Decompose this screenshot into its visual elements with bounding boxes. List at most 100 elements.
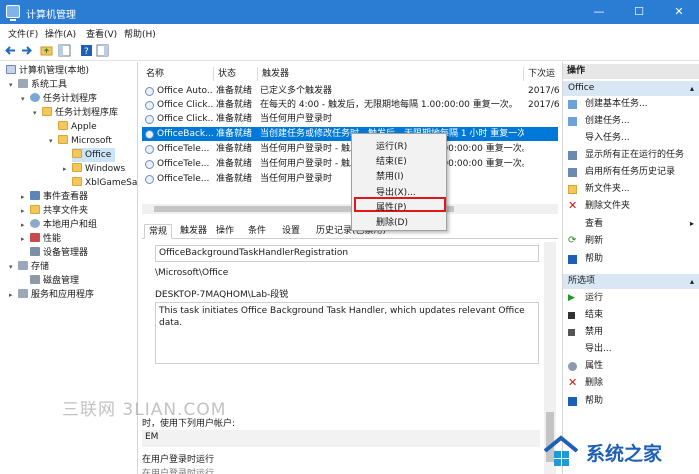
tab-triggers[interactable]: 触发器	[176, 224, 211, 239]
actions-section-office[interactable]: Office ▴	[563, 81, 699, 96]
action-label: 运行	[585, 293, 604, 303]
table-row[interactable]: Office Auto... 准备就绪 已定义多个触发器 2017/6	[142, 84, 560, 98]
computer-management-icon	[6, 5, 20, 21]
storage-icon	[18, 261, 28, 270]
tree-storage[interactable]: ▾ 存储	[9, 260, 49, 274]
collapse-arrow-icon[interactable]: ▾	[33, 106, 37, 120]
tree-apple[interactable]: Apple	[58, 120, 97, 134]
tree-device-manager[interactable]: 设备管理器	[30, 246, 88, 260]
forward-arrow-icon[interactable]	[20, 44, 33, 57]
menu-item-disable[interactable]: 禁用(I)	[376, 169, 404, 182]
tree-office[interactable]: Office	[72, 148, 116, 162]
task-trigger: 在每天的 4:00 - 触发后，无限期地每隔 1.00:00:00 重复一次。	[260, 100, 518, 110]
actions-section-selected[interactable]: 所选项 ▴	[563, 274, 699, 289]
tree-label: 服务和应用程序	[31, 290, 95, 300]
horizontal-scrollbar[interactable]	[142, 204, 558, 214]
minimize-button[interactable]: —	[579, 0, 619, 24]
tree-performance[interactable]: ▸ 性能	[21, 232, 62, 246]
menu-file[interactable]: 文件(F)	[8, 27, 38, 40]
expand-arrow-icon[interactable]: ▸	[63, 162, 67, 176]
up-folder-icon[interactable]	[40, 44, 53, 57]
menu-item-end[interactable]: 结束(E)	[376, 154, 407, 167]
task-name: Office Click...	[157, 100, 213, 110]
house-logo-icon	[543, 435, 579, 466]
tab-general[interactable]: 常规	[144, 224, 173, 239]
delete-icon: ✕	[568, 376, 578, 389]
tab-conditions[interactable]: 条件	[244, 224, 270, 239]
tree-event-viewer[interactable]: ▸ 事件查看器	[21, 190, 88, 204]
task-icon	[145, 175, 154, 184]
collapse-arrow-icon[interactable]: ▾	[9, 260, 13, 274]
run-icon: ▶	[568, 293, 575, 303]
task-status: 准备就绪	[216, 86, 253, 96]
tree-xblgamesave[interactable]: XblGameSa	[72, 176, 137, 190]
action-label: 导出...	[585, 344, 612, 354]
tree-shared-folders[interactable]: ▸ 共享文件夹	[21, 204, 88, 218]
tab-actions[interactable]: 操作	[212, 224, 238, 239]
tree-label: 性能	[43, 234, 62, 244]
task-name-field[interactable]: OfficeBackgroundTaskHandlerRegistration	[155, 245, 539, 262]
submenu-arrow-icon: ▸	[689, 219, 694, 228]
maximize-button[interactable]: ☐	[619, 0, 659, 24]
menu-action[interactable]: 操作(A)	[45, 27, 76, 40]
run-option-extra[interactable]: 在用户登录时运行	[142, 466, 214, 474]
table-row[interactable]: OfficeTele...准备就绪当任何用户登录时 - 触发后，无限期地每隔 1…	[142, 157, 558, 171]
collapse-arrow-icon[interactable]: ▾	[49, 134, 53, 148]
expand-arrow-icon[interactable]: ▸	[21, 232, 25, 246]
table-row[interactable]: Office Click... 准备就绪 在每天的 4:00 - 触发后，无限期地每…	[142, 98, 560, 112]
action-label: 帮助	[585, 254, 604, 264]
expand-arrow-icon[interactable]: ▸	[9, 288, 13, 302]
action-label: 导入任务...	[585, 133, 630, 143]
tree-local-users[interactable]: ▸ 本地用户和组	[21, 218, 98, 232]
task-status: 准备就绪	[216, 144, 253, 154]
shared-folder-icon	[30, 205, 40, 214]
expand-arrow-icon[interactable]: ▸	[21, 204, 25, 218]
menu-item-properties[interactable]: 属性(P)	[376, 200, 406, 213]
table-row[interactable]: OfficeTele... 准备就绪 当任何用户登录时	[142, 172, 558, 186]
expand-arrow-icon[interactable]: ▸	[21, 218, 25, 232]
menu-view[interactable]: 查看(V)	[86, 27, 117, 40]
tree-task-scheduler[interactable]: ▾ 任务计划程序	[21, 92, 97, 106]
show-action-pane-icon[interactable]	[96, 44, 109, 57]
section-label: Office	[568, 83, 595, 93]
action-label: 显示所有正在运行的任务	[585, 150, 685, 160]
task-description-field[interactable]: This task initiates Office Background Ta…	[155, 302, 539, 364]
column-next-run[interactable]: 下次运	[524, 67, 558, 81]
run-option-label[interactable]: 在用户登录时运行	[142, 452, 214, 465]
column-status[interactable]: 状态	[214, 67, 258, 81]
tree-computer-management[interactable]: 计算机管理(本地)	[6, 64, 89, 78]
action-label: 新文件夹...	[585, 184, 630, 194]
help-icon[interactable]: ?	[80, 44, 93, 57]
tree-label: 磁盘管理	[43, 276, 80, 286]
back-arrow-icon[interactable]	[4, 44, 17, 57]
tree-label: 本地用户和组	[43, 220, 98, 230]
collapse-arrow-icon[interactable]: ▾	[9, 78, 13, 92]
tree-microsoft[interactable]: ▾ Microsoft	[49, 134, 112, 148]
menu-item-delete[interactable]: 删除(D)	[376, 215, 408, 228]
table-row[interactable]: Office Click... 准备就绪 当任何用户登录时	[142, 112, 558, 126]
svg-text:?: ?	[84, 47, 89, 57]
table-row-selected[interactable]: OfficeBack...准备就绪当创建任务或修改任务时 - 触发后，无限期地每…	[142, 127, 558, 141]
tree-system-tools[interactable]: ▾ 系统工具	[9, 78, 67, 92]
tab-settings[interactable]: 设置	[278, 224, 304, 239]
task-status: 准备就绪	[216, 100, 253, 110]
close-button[interactable]: ✕	[659, 0, 699, 24]
tree-windows[interactable]: ▸ Windows	[63, 162, 125, 176]
tree-services-apps[interactable]: ▸ 服务和应用程序	[9, 288, 95, 302]
collapse-up-icon[interactable]: ▴	[690, 274, 694, 289]
column-trigger[interactable]: 触发器	[258, 67, 524, 81]
task-name: OfficeBack...	[157, 129, 213, 139]
menu-item-run[interactable]: 运行(R)	[376, 139, 407, 152]
collapse-arrow-icon[interactable]: ▾	[21, 92, 25, 106]
task-name: Office Click...	[157, 114, 213, 124]
menu-help[interactable]: 帮助(H)	[124, 27, 156, 40]
collapse-up-icon[interactable]: ▴	[690, 81, 694, 96]
tree-task-library[interactable]: ▾ 任务计划程序库	[33, 106, 118, 120]
expand-arrow-icon[interactable]: ▸	[21, 190, 25, 204]
column-name[interactable]: 名称	[142, 67, 214, 81]
task-name: OfficeTele...	[157, 144, 210, 154]
action-view[interactable]: 查看 ▸	[563, 217, 699, 231]
table-row[interactable]: OfficeTele...准备就绪当任何用户登录时 - 触发后，无限期地每隔 1…	[142, 142, 558, 156]
tree-disk-management[interactable]: 磁盘管理	[30, 274, 79, 288]
show-hide-tree-icon[interactable]	[58, 44, 71, 57]
